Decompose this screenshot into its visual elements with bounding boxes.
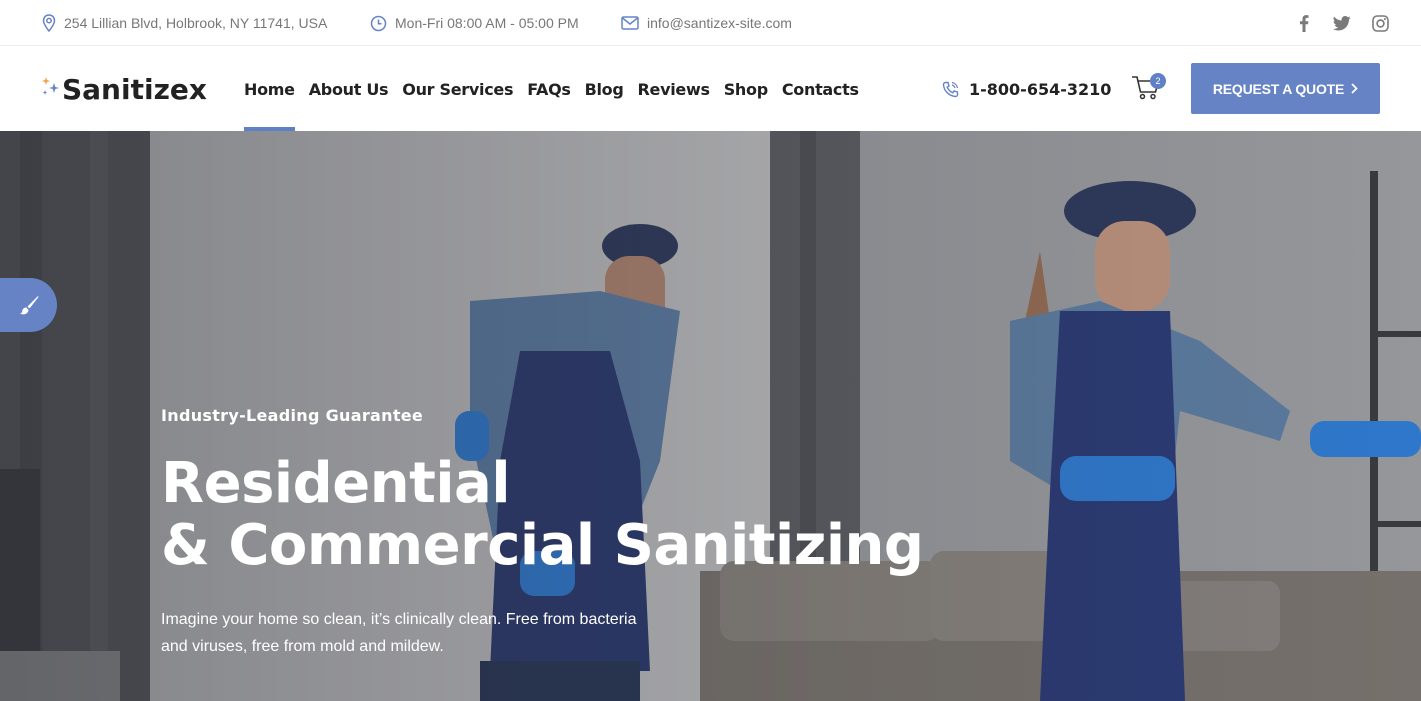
- hours-info: Mon-Fri 08:00 AM - 05:00 PM: [370, 0, 579, 46]
- facebook-icon[interactable]: [1295, 14, 1313, 32]
- cart-count-badge: 2: [1150, 73, 1166, 89]
- nav-item-reviews[interactable]: Reviews: [638, 47, 710, 131]
- hero-title-line-1: Residential: [161, 451, 511, 516]
- hero-description: Imagine your home so clean, it’s clinica…: [161, 606, 661, 660]
- paint-brush-icon: [19, 296, 38, 315]
- main-header: Sanitizex Home About Us Our Services FAQ…: [0, 47, 1421, 131]
- main-navigation: Home About Us Our Services FAQs Blog Rev…: [244, 47, 873, 131]
- sparkle-logo-icon: [42, 77, 59, 95]
- phone-contact[interactable]: 1-800-654-3210: [942, 47, 1111, 131]
- hero-description-line-2: and viruses, free from mold and mildew.: [161, 638, 444, 655]
- request-quote-button[interactable]: REQUEST A QUOTE: [1191, 63, 1380, 114]
- address-text: 254 Lillian Blvd, Holbrook, NY 11741, US…: [64, 15, 328, 31]
- hours-text: Mon-Fri 08:00 AM - 05:00 PM: [395, 15, 579, 31]
- mail-icon: [621, 16, 639, 30]
- clock-icon: [370, 15, 387, 31]
- chevron-right-icon: [1351, 83, 1358, 94]
- nav-item-our-services[interactable]: Our Services: [402, 47, 513, 131]
- style-switcher-button[interactable]: [0, 278, 57, 332]
- hero-description-line-1: Imagine your home so clean, it’s clinica…: [161, 611, 637, 628]
- cart-button[interactable]: 2: [1130, 71, 1166, 105]
- phone-number[interactable]: 1-800-654-3210: [969, 80, 1111, 99]
- instagram-icon[interactable]: [1371, 14, 1389, 32]
- hero-title: Residential & Commercial Sanitizing: [161, 451, 924, 578]
- nav-item-blog[interactable]: Blog: [585, 47, 624, 131]
- nav-item-shop[interactable]: Shop: [724, 47, 768, 131]
- location-pin-icon: [42, 14, 56, 32]
- logo-text[interactable]: Sanitizex: [62, 73, 207, 106]
- top-info-bar: 254 Lillian Blvd, Holbrook, NY 11741, US…: [0, 0, 1421, 46]
- nav-item-contacts[interactable]: Contacts: [782, 47, 859, 131]
- nav-item-home[interactable]: Home: [244, 47, 295, 131]
- social-links: [1295, 0, 1389, 46]
- email-info[interactable]: info@santizex-site.com: [621, 0, 792, 46]
- hero-section: Industry-Leading Guarantee Residential &…: [0, 131, 1421, 701]
- nav-item-about-us[interactable]: About Us: [309, 47, 389, 131]
- nav-item-faqs[interactable]: FAQs: [527, 47, 571, 131]
- hero-kicker: Industry-Leading Guarantee: [161, 406, 424, 425]
- email-link[interactable]: info@santizex-site.com: [647, 15, 792, 31]
- twitter-icon[interactable]: [1333, 14, 1351, 32]
- address-info: 254 Lillian Blvd, Holbrook, NY 11741, US…: [42, 0, 327, 46]
- request-quote-label[interactable]: REQUEST A QUOTE: [1213, 81, 1345, 97]
- phone-icon: [942, 81, 959, 97]
- hero-title-line-2: & Commercial Sanitizing: [161, 513, 924, 578]
- site-logo[interactable]: Sanitizex: [40, 67, 207, 111]
